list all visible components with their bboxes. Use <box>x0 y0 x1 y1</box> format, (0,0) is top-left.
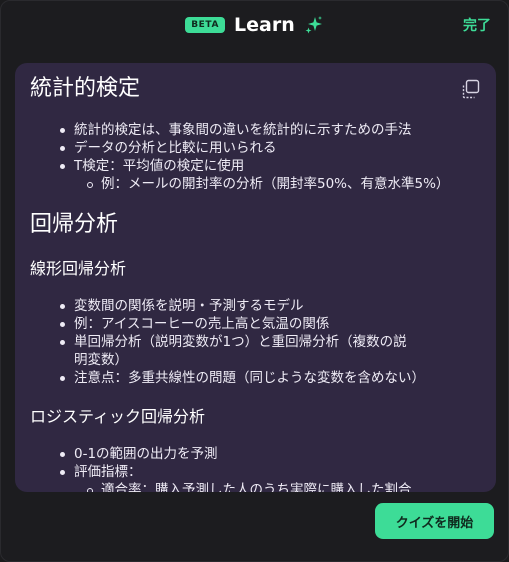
list-item: 単回帰分析（説明変数が1つ）と重回帰分析（複数の説明変数） <box>60 333 480 369</box>
sparkle-icon <box>305 16 322 34</box>
linear-regression-list: 変数間の関係を説明・予測するモデル 例：アイスコーヒーの売上高と気温の関係 単回… <box>30 297 480 387</box>
list-item: 例：メールの開封率の分析（開封率50%、有意水準5%） <box>87 175 480 193</box>
list-item: 適合率：購入予測した人のうち実際に購入した割合 <box>87 481 480 492</box>
list-item: データの分析と比較に用いられる <box>60 139 480 157</box>
section-title-statistical-test: 統計的検定 <box>30 76 141 101</box>
section-title-regression: 回帰分析 <box>30 212 119 237</box>
beta-badge: BETA <box>185 17 226 33</box>
statistical-test-list: 統計的検定は、事象間の違いを統計的に示すための手法 データの分析と比較に用いられ… <box>30 121 480 193</box>
list-item: 例：アイスコーヒーの売上高と気温の関係 <box>60 315 480 333</box>
done-button[interactable]: 完了 <box>463 15 491 35</box>
list-item-text: T検定：平均値の検定に使用 <box>74 158 245 174</box>
list-item: 0-1の範囲の出力を予測 <box>60 445 480 463</box>
subsection-title-linear-regression: 線形回帰分析 <box>30 259 127 278</box>
subsection-title-logistic-regression: ロジスティック回帰分析 <box>30 407 206 426</box>
evaluation-sublist: 適合率：購入予測した人のうち実際に購入した割合 <box>74 481 480 492</box>
learn-title: Learn <box>234 14 295 36</box>
notes-card: 統計的検定 統計的検定は、事象間の違いを統計的に示すための手法 データの分析と比… <box>15 63 496 492</box>
t-test-sublist: 例：メールの開封率の分析（開封率50%、有意水準5%） <box>74 175 480 193</box>
list-item: T検定：平均値の検定に使用 例：メールの開封率の分析（開封率50%、有意水準5%… <box>60 157 480 193</box>
learn-window: BETA Learn 完了 統計的検定 統計的検定は、事象間の違いを統計的に示す… <box>0 0 509 562</box>
header: BETA Learn 完了 <box>1 1 508 49</box>
list-item: 注意点：多重共線性の問題（同じような変数を含めない） <box>60 369 480 387</box>
list-item: 評価指標： 適合率：購入予測した人のうち実際に購入した割合 <box>60 463 480 492</box>
notes-content: 統計的検定 統計的検定は、事象間の違いを統計的に示すための手法 データの分析と比… <box>15 63 496 492</box>
brand: BETA Learn <box>1 11 508 39</box>
list-item: 統計的検定は、事象間の違いを統計的に示すための手法 <box>60 121 480 139</box>
list-item-text: 評価指標： <box>74 464 142 480</box>
copy-icon[interactable] <box>459 78 481 100</box>
start-quiz-button[interactable]: クイズを開始 <box>375 503 494 539</box>
list-item: 変数間の関係を説明・予測するモデル <box>60 297 480 315</box>
logistic-regression-list: 0-1の範囲の出力を予測 評価指標： 適合率：購入予測した人のうち実際に購入した… <box>30 445 480 492</box>
